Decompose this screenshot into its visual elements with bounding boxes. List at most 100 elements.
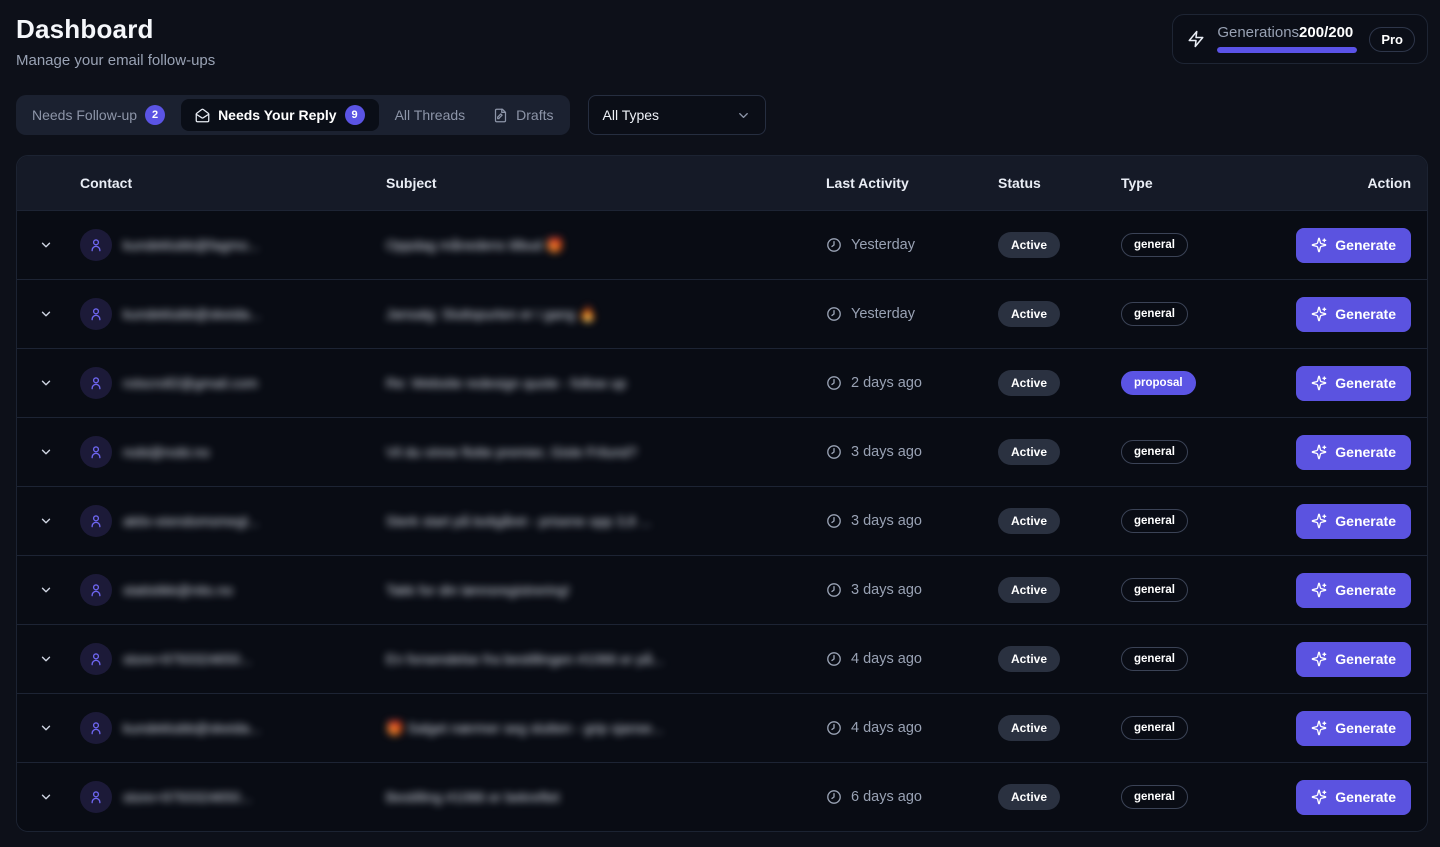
sparkles-icon xyxy=(1311,513,1327,529)
type-cell: general xyxy=(1121,578,1267,602)
expander-cell xyxy=(17,236,80,254)
clock-icon xyxy=(826,237,842,253)
subject-text: Takk for din lønnsregistrering! xyxy=(386,582,570,598)
expand-row-button[interactable] xyxy=(37,581,55,599)
expand-row-button[interactable] xyxy=(37,374,55,392)
contact-email: store+9793324650... xyxy=(123,789,252,805)
sparkles-icon xyxy=(1311,306,1327,322)
status-cell: Active xyxy=(998,646,1121,672)
thread-row[interactable]: store+9793324650... En forsendelse fra b… xyxy=(17,624,1427,693)
generations-progress-fill xyxy=(1217,47,1357,53)
column-header-subject: Subject xyxy=(386,175,826,191)
contact-cell: kundeklubb@skeida... xyxy=(80,712,386,744)
avatar xyxy=(80,643,112,675)
generate-button[interactable]: Generate xyxy=(1296,573,1411,608)
generate-button[interactable]: Generate xyxy=(1296,435,1411,470)
generate-button[interactable]: Generate xyxy=(1296,642,1411,677)
generate-button-label: Generate xyxy=(1335,720,1396,736)
status-badge: Active xyxy=(998,301,1060,327)
dashboard-page: Dashboard Manage your email follow-ups G… xyxy=(16,14,1428,832)
generate-button[interactable]: Generate xyxy=(1296,780,1411,815)
type-filter-dropdown[interactable]: All Types xyxy=(588,95,766,135)
tab-label: Needs Follow-up xyxy=(32,107,137,123)
status-badge: Active xyxy=(998,232,1060,258)
type-filter-value: All Types xyxy=(603,107,660,123)
status-cell: Active xyxy=(998,508,1121,534)
generations-usage-card: Generations200/200 Pro xyxy=(1172,14,1428,64)
tab-all-threads[interactable]: All Threads xyxy=(383,99,478,131)
column-header-status: Status xyxy=(998,175,1121,191)
subject-cell: Sterk start på boligåret - prisene opp 3… xyxy=(386,513,826,529)
clock-icon xyxy=(826,789,842,805)
expander-cell xyxy=(17,443,80,461)
expand-row-button[interactable] xyxy=(37,788,55,806)
type-badge: general xyxy=(1121,509,1188,533)
thread-row[interactable]: store+9793324650... Bestilling #1066 er … xyxy=(17,762,1427,831)
clock-icon xyxy=(826,306,842,322)
clock-icon xyxy=(826,582,842,598)
tab-drafts[interactable]: Drafts xyxy=(481,99,565,131)
last-activity-text: 3 days ago xyxy=(851,444,922,460)
status-cell: Active xyxy=(998,784,1121,810)
contact-cell: store+9793324650... xyxy=(80,781,386,813)
expand-row-button[interactable] xyxy=(37,305,55,323)
contact-email: statistikk@nito.no xyxy=(123,582,233,598)
generate-button[interactable]: Generate xyxy=(1296,366,1411,401)
draft-icon xyxy=(493,108,508,123)
contact-cell: nobi@nobi.no xyxy=(80,436,386,468)
expand-row-button[interactable] xyxy=(37,650,55,668)
thread-row[interactable]: nobi@nobi.no Vil du vinne flotte premier… xyxy=(17,417,1427,486)
last-activity-text: 6 days ago xyxy=(851,789,922,805)
clock-icon xyxy=(826,651,842,667)
chevron-down-icon xyxy=(736,108,751,123)
expand-row-button[interactable] xyxy=(37,443,55,461)
expand-row-button[interactable] xyxy=(37,236,55,254)
status-badge: Active xyxy=(998,439,1060,465)
thread-row[interactable]: aktiv-eiendomsmegl... Sterk start på bol… xyxy=(17,486,1427,555)
avatar xyxy=(80,574,112,606)
expand-row-button[interactable] xyxy=(37,719,55,737)
thread-row[interactable]: kundeklubb@fagmo... Oppdag månedens tilb… xyxy=(17,210,1427,279)
sparkles-icon xyxy=(1311,582,1327,598)
action-cell: Generate xyxy=(1267,504,1427,539)
thread-row[interactable]: statistikk@nito.no Takk for din lønnsreg… xyxy=(17,555,1427,624)
action-cell: Generate xyxy=(1267,573,1427,608)
generate-button[interactable]: Generate xyxy=(1296,711,1411,746)
tab-needs-follow-up[interactable]: Needs Follow-up 2 xyxy=(20,99,177,131)
generate-button-label: Generate xyxy=(1335,375,1396,391)
generate-button[interactable]: Generate xyxy=(1296,297,1411,332)
contact-cell: kundeklubb@fagmo... xyxy=(80,229,386,261)
contact-cell: aktiv-eiendomsmegl... xyxy=(80,505,386,537)
generate-button-label: Generate xyxy=(1335,444,1396,460)
contact-email: store+9793324650... xyxy=(123,651,252,667)
usage-count: 200/200 xyxy=(1299,24,1353,41)
tab-needs-your-reply[interactable]: Needs Your Reply 9 xyxy=(181,99,379,131)
status-badge: Active xyxy=(998,646,1060,672)
last-activity-cell: 3 days ago xyxy=(826,444,998,460)
sparkles-icon xyxy=(1311,651,1327,667)
contact-email: kundeklubb@fagmo... xyxy=(123,237,259,253)
thread-row[interactable]: rotscroll2@gmail.com Re: Website redesig… xyxy=(17,348,1427,417)
expander-cell xyxy=(17,650,80,668)
subject-cell: Takk for din lønnsregistrering! xyxy=(386,582,826,598)
avatar xyxy=(80,712,112,744)
sparkles-icon xyxy=(1311,789,1327,805)
last-activity-cell: 2 days ago xyxy=(826,375,998,391)
type-badge: general xyxy=(1121,785,1188,809)
contact-cell: store+9793324650... xyxy=(80,643,386,675)
generate-button[interactable]: Generate xyxy=(1296,228,1411,263)
thread-row[interactable]: kundeklubb@skeida... Jansalg: Sluttspurt… xyxy=(17,279,1427,348)
type-badge: general xyxy=(1121,647,1188,671)
contact-cell: kundeklubb@skeida... xyxy=(80,298,386,330)
generate-button[interactable]: Generate xyxy=(1296,504,1411,539)
thread-row[interactable]: kundeklubb@skeida... 🎁 Salget nærmer seg… xyxy=(17,693,1427,762)
expander-cell xyxy=(17,512,80,530)
pro-plan-badge: Pro xyxy=(1369,27,1415,52)
expand-row-button[interactable] xyxy=(37,512,55,530)
action-cell: Generate xyxy=(1267,435,1427,470)
contact-email: kundeklubb@skeida... xyxy=(123,720,261,736)
contact-cell: statistikk@nito.no xyxy=(80,574,386,606)
last-activity-text: 3 days ago xyxy=(851,513,922,529)
page-title: Dashboard xyxy=(16,14,215,45)
type-cell: general xyxy=(1121,233,1267,257)
